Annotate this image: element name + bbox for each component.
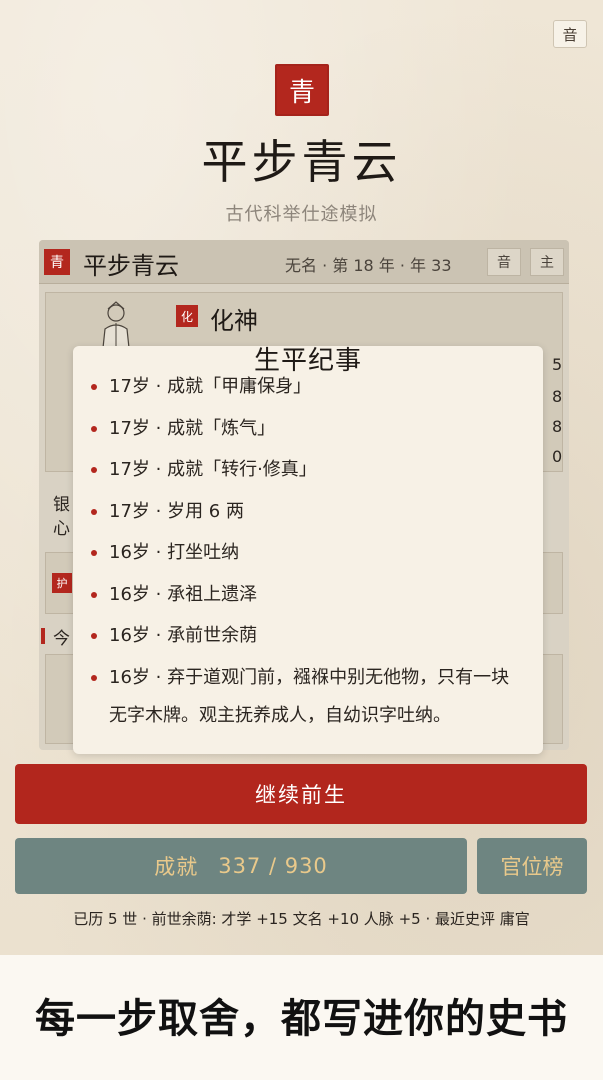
stat-value: 0 bbox=[552, 447, 563, 466]
app-subtitle: 古代科举仕途模拟 bbox=[225, 204, 378, 225]
stat-value: 8 bbox=[552, 387, 563, 406]
slogan-text: 每一步取舍，都写进你的史书 bbox=[35, 995, 568, 1042]
events-list: 17岁 · 成就「甲庸保身」 17岁 · 成就「炼气」 17岁 · 成就「转行·… bbox=[73, 368, 543, 738]
lineage-stats: 已历 5 世 · 前世余荫: 才学 +15 文名 +10 人脉 +5 · 最近史… bbox=[73, 910, 530, 928]
realm-tag: 化 bbox=[176, 305, 198, 327]
protection-tag: 护 bbox=[52, 573, 72, 593]
list-item: 17岁 · 岁用 6 两 bbox=[73, 493, 543, 531]
game-title: 平步青云 bbox=[83, 252, 179, 280]
stat-value: 8 bbox=[552, 417, 563, 436]
game-header: 青 平步青云 无名 · 第 18 年 · 年 33 音 主 bbox=[39, 240, 569, 284]
title-seal: 青 bbox=[275, 64, 329, 116]
game-sound-button[interactable]: 音 bbox=[487, 248, 521, 276]
list-item: 17岁 · 成就「甲庸保身」 bbox=[73, 368, 543, 406]
achievements-label: 成就 bbox=[154, 855, 199, 879]
stat-value: 5 bbox=[552, 355, 563, 374]
list-item: 17岁 · 成就「炼气」 bbox=[73, 410, 543, 448]
list-item: 17岁 · 成就「转行·修真」 bbox=[73, 451, 543, 489]
list-item: 16岁 · 打坐吐纳 bbox=[73, 534, 543, 572]
game-home-button[interactable]: 主 bbox=[530, 248, 564, 276]
realm-label: 化神 bbox=[210, 307, 258, 335]
mind-label: 心 bbox=[53, 519, 70, 539]
sound-toggle-button[interactable]: 音 bbox=[553, 20, 587, 48]
section-marker bbox=[41, 628, 45, 644]
life-events-modal: 生平纪事 17岁 · 成就「甲庸保身」 17岁 · 成就「炼气」 17岁 · 成… bbox=[73, 346, 543, 754]
achievements-count: 337 / 930 bbox=[218, 854, 328, 878]
app-title: 平步青云 bbox=[201, 135, 402, 189]
achievements-button[interactable]: 成就 337 / 930 bbox=[15, 838, 467, 894]
silver-label: 银 bbox=[53, 495, 70, 515]
continue-button[interactable]: 继续前生 bbox=[15, 764, 587, 824]
game-seal: 青 bbox=[44, 249, 70, 275]
list-item: 16岁 · 承祖上遗泽 bbox=[73, 576, 543, 614]
list-item: 16岁 · 承前世余荫 bbox=[73, 617, 543, 655]
rank-list-button[interactable]: 官位榜 bbox=[477, 838, 587, 894]
list-item: 16岁 · 弃于道观门前，襁褓中别无他物，只有一块无字木牌。观主抚养成人，自幼识… bbox=[73, 659, 543, 735]
game-status: 无名 · 第 18 年 · 年 33 bbox=[285, 256, 452, 275]
today-label: 今 bbox=[53, 629, 70, 649]
